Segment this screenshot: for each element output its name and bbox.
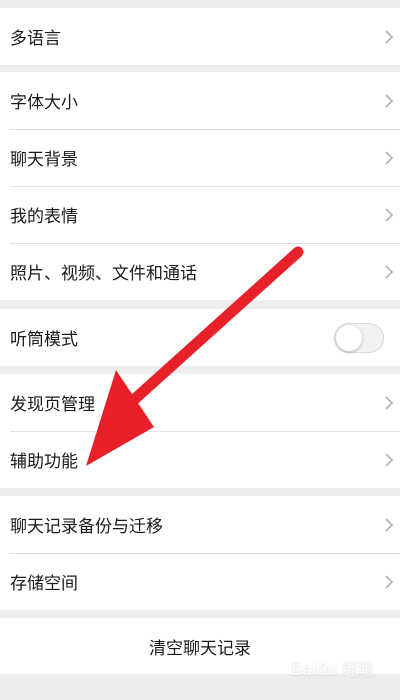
chevron-right-icon <box>385 574 394 589</box>
chevron-right-icon <box>385 264 394 279</box>
settings-item-chat-background[interactable]: 聊天背景 <box>0 129 400 186</box>
settings-item-label: 多语言 <box>10 29 61 49</box>
settings-item-label: 字体大小 <box>10 93 78 113</box>
chevron-right-icon <box>385 93 394 108</box>
settings-item-label: 聊天背景 <box>10 150 78 170</box>
chevron-right-icon <box>385 517 394 532</box>
settings-item-discover-manage[interactable]: 发现页管理 <box>0 374 400 431</box>
settings-item-label: 辅助功能 <box>10 452 78 472</box>
settings-group-display: 字体大小 聊天背景 我的表情 照片、视频、文件和通话 <box>0 72 400 300</box>
settings-item-label: 聊天记录备份与迁移 <box>10 517 163 537</box>
settings-item-chat-backup[interactable]: 聊天记录备份与迁移 <box>0 496 400 553</box>
settings-item-label: 发现页管理 <box>10 395 95 415</box>
chevron-right-icon <box>385 395 394 410</box>
chevron-right-icon <box>385 207 394 222</box>
clear-chat-history-label: 清空聊天记录 <box>149 638 251 659</box>
toggle-knob <box>336 324 362 351</box>
baidu-watermark: Baidu 经验 <box>291 660 374 679</box>
settings-group-earpiece: 听筒模式 <box>0 309 400 366</box>
settings-item-label: 听筒模式 <box>10 330 78 350</box>
chevron-right-icon <box>385 452 394 467</box>
settings-item-media[interactable]: 照片、视频、文件和通话 <box>0 243 400 300</box>
chevron-right-icon <box>385 29 394 44</box>
earpiece-toggle[interactable] <box>334 322 384 353</box>
settings-item-language[interactable]: 多语言 <box>0 8 400 65</box>
settings-group-language: 多语言 <box>0 8 400 65</box>
settings-item-accessibility[interactable]: 辅助功能 <box>0 431 400 488</box>
settings-group-discover: 发现页管理 辅助功能 <box>0 374 400 488</box>
settings-group-storage: 聊天记录备份与迁移 存储空间 <box>0 496 400 610</box>
settings-item-my-stickers[interactable]: 我的表情 <box>0 186 400 243</box>
settings-item-storage-space[interactable]: 存储空间 <box>0 553 400 610</box>
settings-item-label: 存储空间 <box>10 574 78 594</box>
chevron-right-icon <box>385 150 394 165</box>
settings-item-label: 我的表情 <box>10 207 78 227</box>
settings-item-earpiece-mode: 听筒模式 <box>0 309 400 366</box>
settings-item-font-size[interactable]: 字体大小 <box>0 72 400 129</box>
settings-item-label: 照片、视频、文件和通话 <box>10 264 197 284</box>
